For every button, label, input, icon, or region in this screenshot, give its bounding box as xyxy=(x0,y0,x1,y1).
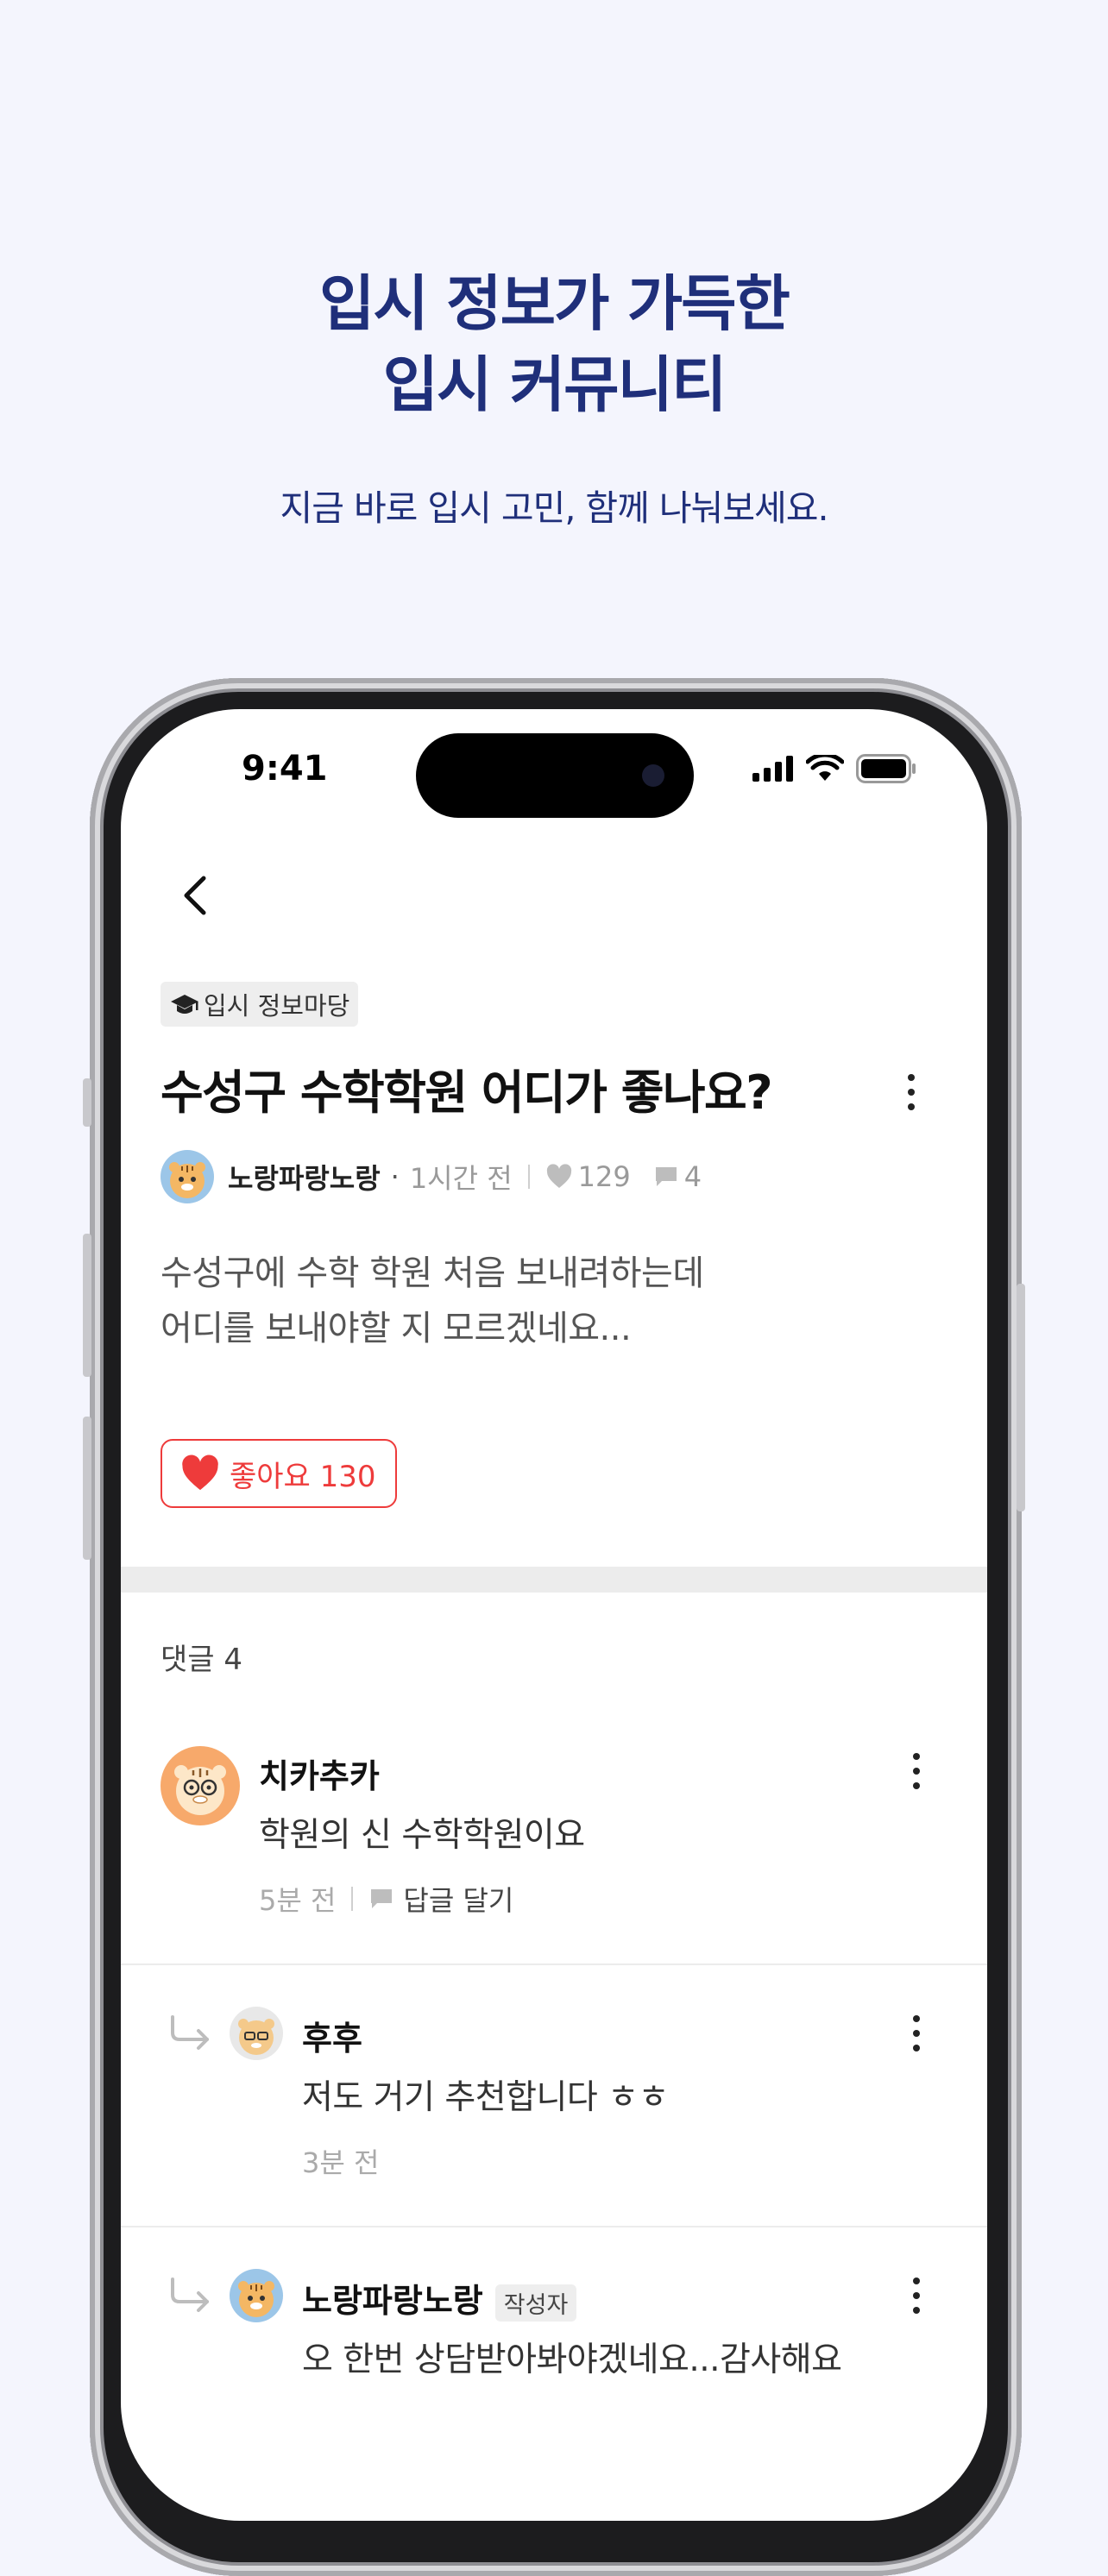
like-button-label: 좋아요 130 xyxy=(230,1459,376,1494)
heart-icon xyxy=(182,1454,218,1491)
tiger-avatar-icon xyxy=(238,2019,274,2055)
camera-icon xyxy=(642,764,664,787)
heart-icon xyxy=(546,1164,571,1188)
post-body-line1: 수성구에 수학 학원 처음 보내려하는데 xyxy=(161,1253,704,1293)
post-time: 1시간 전 xyxy=(409,1162,513,1195)
reply-label: 답글 달기 xyxy=(403,1884,514,1917)
comments-header: 댓글 4 xyxy=(161,1643,242,1677)
comment-text: 학원의 신 수학학원이요 xyxy=(259,1816,585,1855)
category-label: 입시 정보마당 xyxy=(204,991,350,1021)
status-time: 9:41 xyxy=(242,749,328,789)
author-name[interactable]: 노랑파랑노랑 xyxy=(228,1157,381,1197)
post-more-button[interactable] xyxy=(894,1062,929,1122)
action-button xyxy=(83,1078,91,1127)
volume-up-button xyxy=(83,1234,91,1377)
graduation-cap-icon xyxy=(171,995,198,1014)
tiger-avatar-icon xyxy=(169,1162,205,1198)
battery-icon xyxy=(856,754,916,783)
signal-icon xyxy=(752,756,793,782)
comment-meta: 5분 전 답글 달기 xyxy=(259,1879,513,1919)
status-icons xyxy=(752,754,916,783)
comment-avatar[interactable] xyxy=(230,2007,283,2060)
comment-icon xyxy=(371,1889,393,1908)
post-body-line2: 어디를 보내야할 지 모르겠네요... xyxy=(161,1309,632,1348)
reply-arrow-icon xyxy=(171,2015,209,2050)
comment-time: 3분 전 xyxy=(302,2146,380,2179)
post-comment-count: 4 xyxy=(683,1160,702,1193)
promo-title-line2: 입시 커뮤니티 xyxy=(382,349,727,420)
promo-title: 입시 정보가 가득한 입시 커뮤니티 xyxy=(0,263,1108,425)
post-title: 수성구 수학학원 어디가 좋나요? xyxy=(161,1065,773,1120)
reply-arrow-icon xyxy=(171,2278,209,2312)
author-badge: 작성자 xyxy=(494,2284,577,2322)
category-tag[interactable]: 입시 정보마당 xyxy=(161,982,359,1027)
comment-author[interactable]: 후후 xyxy=(302,2012,362,2059)
wifi-icon xyxy=(806,755,844,781)
comment-divider xyxy=(121,2226,987,2227)
meta-separator xyxy=(351,1887,354,1911)
meta-separator xyxy=(527,1165,530,1189)
post-like-count: 129 xyxy=(577,1160,631,1193)
promo-subtitle: 지금 바로 입시 고민, 함께 나눠보세요. xyxy=(280,487,828,529)
back-button[interactable] xyxy=(174,870,217,921)
comment-author[interactable]: 치카추카 xyxy=(259,1750,380,1797)
comment-text: 오 한번 상담받아봐야겠네요...감사해요 xyxy=(302,2340,842,2379)
comment-author[interactable]: 노랑파랑노랑 작성자 xyxy=(302,2274,577,2322)
comment-author-name: 노랑파랑노랑 xyxy=(302,2282,483,2320)
comment-divider xyxy=(121,1963,987,1965)
tiger-avatar-icon xyxy=(174,1765,226,1815)
comment-avatar[interactable] xyxy=(161,1746,240,1825)
reply-button[interactable]: 답글 달기 xyxy=(368,1879,513,1919)
comment-more-button[interactable] xyxy=(899,1741,934,1801)
comment-more-button[interactable] xyxy=(899,2003,934,2064)
promo-title-line1: 입시 정보가 가득한 xyxy=(319,268,790,339)
section-divider xyxy=(121,1567,987,1593)
comment-time: 5분 전 xyxy=(259,1884,337,1917)
comment-icon xyxy=(655,1167,677,1186)
meta-dot: · xyxy=(390,1160,400,1193)
tiger-avatar-icon xyxy=(238,2281,274,2317)
comment-text: 저도 거기 추천합니다 ㅎㅎ xyxy=(302,2078,669,2117)
author-avatar[interactable] xyxy=(161,1150,214,1203)
post-meta: 노랑파랑노랑 · 1시간 전 129 4 xyxy=(161,1149,702,1204)
comment-avatar[interactable] xyxy=(230,2269,283,2322)
like-button[interactable]: 좋아요 130 xyxy=(161,1439,397,1508)
dynamic-island xyxy=(416,733,694,818)
phone-screen: 9:41 입시 정보마당 수성구 수학학원 어디가 좋나요? 노랑파랑노랑 · … xyxy=(121,709,987,2521)
chevron-left-icon xyxy=(184,876,206,915)
power-button xyxy=(1017,1284,1025,1511)
comment-more-button[interactable] xyxy=(899,2265,934,2326)
comment-meta: 3분 전 xyxy=(302,2141,379,2181)
post-body: 수성구에 수학 학원 처음 보내려하는데 어디를 보내야할 지 모르겠네요... xyxy=(161,1246,937,1356)
volume-down-button xyxy=(83,1417,91,1560)
